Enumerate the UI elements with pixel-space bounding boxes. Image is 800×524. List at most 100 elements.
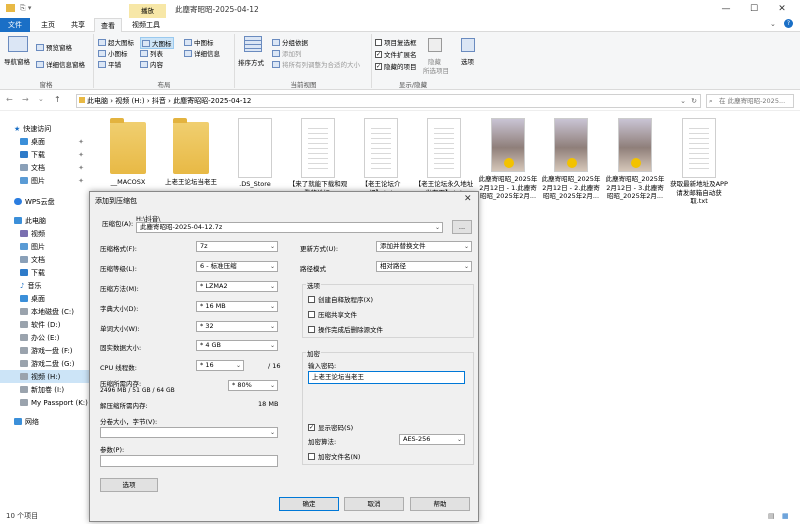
options-button[interactable]: 选项 bbox=[461, 56, 474, 66]
tab-file[interactable]: 文件 bbox=[0, 18, 30, 32]
method-select[interactable]: * LZMA2 ⌄ bbox=[196, 281, 278, 292]
nav-item-music[interactable]: ♪ 音乐 bbox=[0, 279, 100, 292]
search-input[interactable]: ⌕ 在 此塵寄昭昭-2025... bbox=[706, 94, 794, 108]
nav-drive-f[interactable]: 游戏一盘 (F:) bbox=[0, 344, 100, 357]
nav-drive-i[interactable]: 新加卷 (I:) bbox=[0, 383, 100, 396]
layout-small-icons[interactable]: 小图标 bbox=[98, 48, 128, 58]
file-extensions-toggle[interactable]: ✓ 文件扩展名 bbox=[375, 49, 417, 59]
tab-share[interactable]: 共享 bbox=[64, 18, 92, 32]
help-icon[interactable]: ? bbox=[784, 19, 793, 28]
quick-access-toolbar-icon[interactable]: ⎘ ▾ bbox=[20, 4, 31, 13]
file-item[interactable]: 【来了就能下载和观看的论坛, bbox=[287, 116, 349, 197]
nav-item-desktop-pc[interactable]: 桌面 bbox=[0, 292, 100, 305]
nav-this-pc[interactable]: 此电脑 bbox=[0, 214, 100, 227]
path-mode-select[interactable]: 相对路径 ⌄ bbox=[376, 261, 472, 272]
archive-name-field[interactable]: 此塵寄昭昭-2025-04-12.7z ⌄ bbox=[136, 222, 443, 233]
nav-item-documents-pc[interactable]: 文档 bbox=[0, 253, 100, 266]
update-mode-select[interactable]: 添加并替换文件 ⌄ bbox=[376, 241, 472, 252]
preview-pane-button[interactable]: 预览窗格 bbox=[36, 42, 72, 52]
params-input[interactable] bbox=[100, 455, 278, 467]
nav-drive-g[interactable]: 游戏二盘 (G:) bbox=[0, 357, 100, 370]
item-checkboxes-toggle[interactable]: 项目复选框 bbox=[375, 37, 417, 47]
minimize-button[interactable]: — bbox=[716, 2, 736, 16]
layout-list[interactable]: 列表 bbox=[140, 48, 163, 58]
format-select[interactable]: 7z ⌄ bbox=[196, 241, 278, 252]
shared-files-checkbox[interactable]: 压缩共享文件 bbox=[308, 309, 357, 319]
options-button[interactable]: 选项 bbox=[100, 478, 158, 492]
details-view-icon[interactable]: ▤ bbox=[768, 509, 775, 524]
password-input[interactable]: 上老王论坛当老王 bbox=[308, 371, 465, 384]
chevron-down-icon[interactable]: ⌄ bbox=[770, 20, 776, 28]
nav-quick-access[interactable]: ★ 快速访问 bbox=[0, 122, 100, 135]
solid-size-select[interactable]: * 4 GB ⌄ bbox=[196, 340, 278, 351]
nav-drive-e[interactable]: 办公 (E:) bbox=[0, 331, 100, 344]
maximize-button[interactable]: ☐ bbox=[744, 2, 764, 16]
cancel-button[interactable]: 取消 bbox=[344, 497, 404, 511]
nav-drive-c[interactable]: 本地磁盘 (C:) bbox=[0, 305, 100, 318]
breadcrumb-current[interactable]: 此塵寄昭昭-2025-04-12 bbox=[173, 97, 251, 105]
layout-content[interactable]: 内容 bbox=[140, 59, 163, 69]
help-button[interactable]: 帮助 bbox=[410, 497, 470, 511]
group-by-button[interactable]: 分组依据 bbox=[272, 37, 308, 47]
dialog-close-icon[interactable]: ✕ bbox=[464, 194, 472, 204]
file-item[interactable]: 【老王论坛介绍】.txt bbox=[350, 116, 412, 197]
file-item[interactable]: 上老王论坛当老王 bbox=[160, 116, 222, 187]
forward-arrow-icon[interactable]: → bbox=[22, 95, 29, 104]
layout-details[interactable]: 详细信息 bbox=[184, 48, 220, 58]
up-arrow-icon[interactable]: ↑ bbox=[54, 95, 61, 104]
memory-usage-select[interactable]: * 80% ⌄ bbox=[228, 380, 278, 391]
file-item[interactable]: 【老王论坛永久地址发布页】.txt bbox=[413, 116, 475, 197]
delete-after-checkbox[interactable]: 操作完成后删除源文件 bbox=[308, 324, 383, 334]
sort-button[interactable]: 排序方式 bbox=[238, 57, 264, 67]
close-button[interactable]: ✕ bbox=[772, 2, 792, 16]
layout-extra-large-icons[interactable]: 超大图标 bbox=[98, 37, 134, 47]
nav-item-videos[interactable]: 视频 bbox=[0, 227, 100, 240]
layout-medium-icons[interactable]: 中图标 bbox=[184, 37, 214, 47]
layout-tiles[interactable]: 平铺 bbox=[98, 59, 121, 69]
level-select[interactable]: 6 - 标准压缩 ⌄ bbox=[196, 261, 278, 272]
nav-item-desktop[interactable]: 桌面 ✦ bbox=[0, 135, 100, 148]
dictionary-select[interactable]: * 16 MB ⌄ bbox=[196, 301, 278, 312]
nav-item-pictures[interactable]: 图片 ✦ bbox=[0, 174, 100, 187]
recent-dropdown-icon[interactable]: ⌄ bbox=[38, 95, 44, 103]
tab-video-tools[interactable]: 视频工具 bbox=[126, 18, 166, 32]
encrypt-names-checkbox[interactable]: 加密文件名(N) bbox=[308, 451, 360, 461]
chevron-down-icon[interactable]: ⌄ bbox=[680, 95, 686, 107]
details-pane-button[interactable]: 详细信息窗格 bbox=[36, 59, 85, 69]
breadcrumb-douyin[interactable]: 抖音 bbox=[152, 97, 166, 105]
sfx-checkbox[interactable]: 创建自释放程序(X) bbox=[308, 294, 373, 304]
tab-home[interactable]: 主页 bbox=[34, 18, 62, 32]
browse-button[interactable]: ... bbox=[452, 220, 472, 234]
file-item[interactable]: 此塵寄昭昭_2025年2月12日 - 3.此塵寄昭昭_2025年2月... bbox=[604, 116, 666, 201]
refresh-icon[interactable]: ↻ bbox=[691, 95, 697, 107]
file-item[interactable]: __MACOSX bbox=[97, 116, 159, 187]
nav-drive-h[interactable]: 视频 (H:) bbox=[0, 370, 100, 383]
tab-view[interactable]: 查看 bbox=[94, 18, 122, 32]
nav-item-documents[interactable]: 文档 ✦ bbox=[0, 161, 100, 174]
breadcrumb[interactable]: 此电脑 › 视频 (H:) › 抖音 › 此塵寄昭昭-2025-04-12 ⌄ … bbox=[76, 94, 701, 108]
nav-pane-button[interactable]: 导航窗格 bbox=[4, 56, 30, 66]
file-item[interactable]: .DS_Store bbox=[224, 116, 286, 189]
nav-drive-k[interactable]: My Passport (K:) bbox=[0, 396, 100, 409]
nav-network[interactable]: 网络 bbox=[0, 415, 100, 428]
size-all-columns-button[interactable]: 将所有列调整为合适的大小 bbox=[272, 59, 360, 69]
word-size-select[interactable]: * 32 ⌄ bbox=[196, 321, 278, 332]
breadcrumb-drive-h[interactable]: 视频 (H:) bbox=[115, 97, 144, 105]
hidden-items-toggle[interactable]: ✓ 隐藏的项目 bbox=[375, 61, 417, 71]
back-arrow-icon[interactable]: ← bbox=[6, 95, 13, 104]
file-item[interactable]: 获取最新地址及APP请发邮箱自动获取.txt bbox=[668, 116, 730, 206]
nav-item-pictures-pc[interactable]: 图片 bbox=[0, 240, 100, 253]
nav-item-downloads-pc[interactable]: 下载 bbox=[0, 266, 100, 279]
split-size-select[interactable]: ⌄ bbox=[100, 427, 278, 438]
nav-item-downloads[interactable]: 下载 ✦ bbox=[0, 148, 100, 161]
add-columns-button[interactable]: 添加列 bbox=[272, 48, 302, 58]
ok-button[interactable]: 确定 bbox=[279, 497, 339, 511]
nav-wps-cloud[interactable]: WPS云盘 bbox=[0, 195, 100, 208]
cpu-threads-select[interactable]: * 16 ⌄ bbox=[196, 360, 244, 371]
encryption-method-select[interactable]: AES-256 ⌄ bbox=[399, 434, 465, 445]
nav-drive-d[interactable]: 软件 (D:) bbox=[0, 318, 100, 331]
file-item[interactable]: 此塵寄昭昭_2025年2月12日 - 1.此塵寄昭昭_2025年2月... bbox=[477, 116, 539, 201]
show-password-checkbox[interactable]: ✓ 显示密码(S) bbox=[308, 422, 353, 432]
breadcrumb-this-pc[interactable]: 此电脑 bbox=[87, 97, 108, 105]
file-item[interactable]: 此塵寄昭昭_2025年2月12日 - 2.此塵寄昭昭_2025年2月... bbox=[540, 116, 602, 201]
